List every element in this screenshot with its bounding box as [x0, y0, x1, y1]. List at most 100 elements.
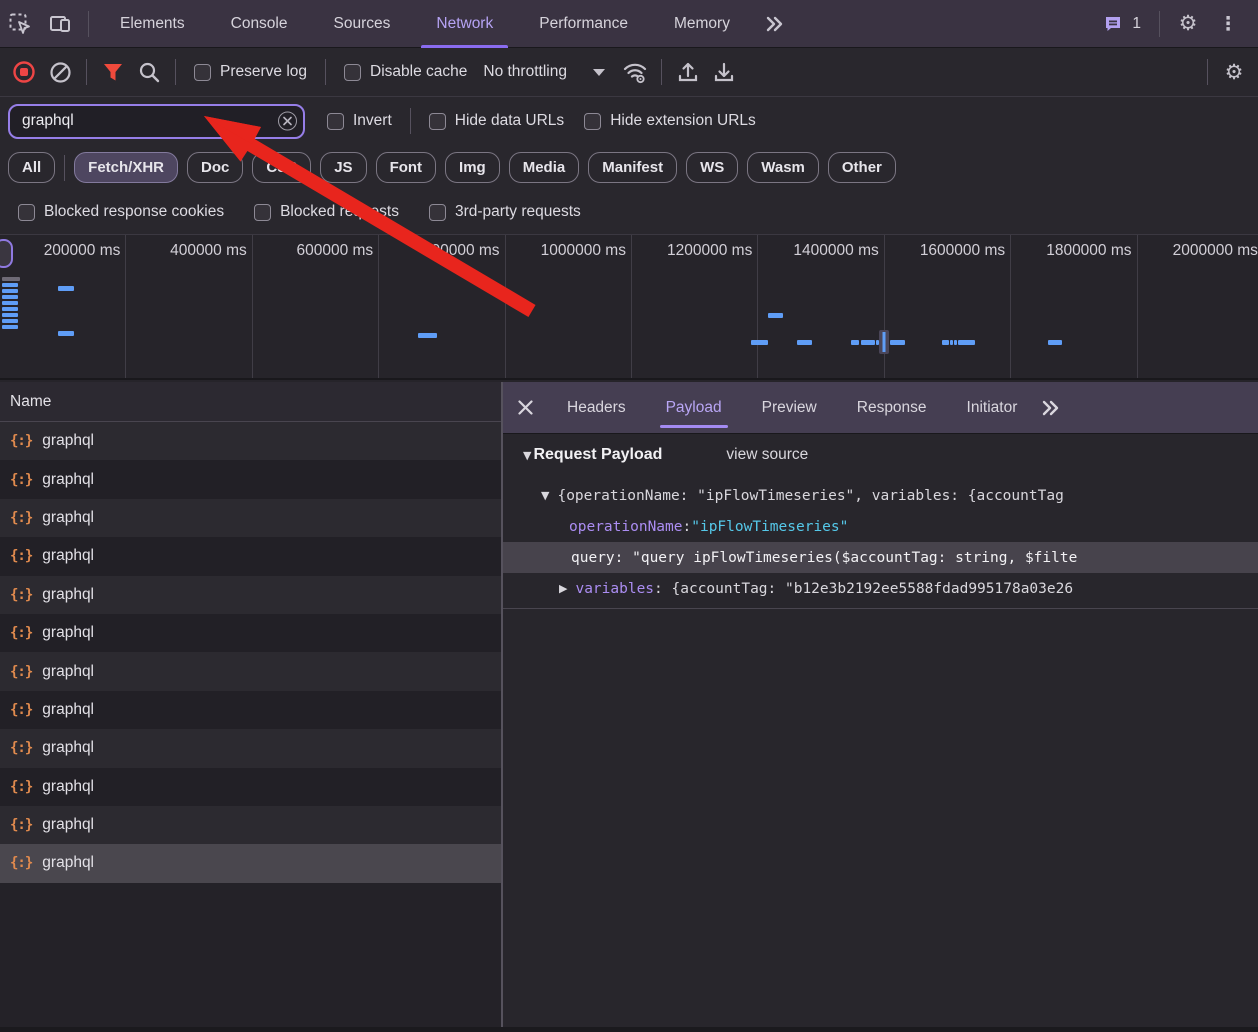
timeline-column: 1600000 ms — [885, 235, 1011, 380]
chip-js[interactable]: JS — [320, 152, 366, 183]
three-dot-menu-icon: ⋮ — [1219, 13, 1238, 35]
chip-manifest[interactable]: Manifest — [588, 152, 677, 183]
divider — [410, 108, 411, 134]
clear-network-log-button[interactable] — [42, 54, 78, 90]
table-row[interactable]: {:}graphql — [0, 537, 501, 575]
blocked-response-cookies-control[interactable]: Blocked response cookies — [18, 203, 224, 221]
chip-ws[interactable]: WS — [686, 152, 738, 183]
table-row[interactable]: {:}graphql — [0, 499, 501, 537]
request-name: graphql — [42, 778, 94, 796]
detail-tab-payload[interactable]: Payload — [646, 382, 742, 434]
tab-memory[interactable]: Memory — [651, 0, 753, 48]
chip-media[interactable]: Media — [509, 152, 580, 183]
detail-tab-preview[interactable]: Preview — [742, 382, 837, 434]
export-har-button[interactable] — [706, 54, 742, 90]
table-row[interactable]: {:}graphql — [0, 460, 501, 498]
-rd-party-requests-control[interactable]: 3rd-party requests — [429, 203, 581, 221]
payload-operation-name-line[interactable]: operationName: "ipFlowTimeseries" — [503, 511, 1258, 542]
more-detail-tabs-button[interactable] — [1041, 400, 1061, 416]
json-braces-icon: {:} — [10, 625, 32, 641]
chip-other[interactable]: Other — [828, 152, 896, 183]
table-row[interactable]: {:}graphql — [0, 844, 501, 882]
close-detail-button[interactable] — [503, 386, 547, 430]
payload-variables-line[interactable]: ▶ variables: {accountTag: "b12e3b2192ee5… — [503, 573, 1258, 604]
request-payload-title: Request Payload — [533, 446, 662, 464]
chip-img[interactable]: Img — [445, 152, 500, 183]
device-toolbar-button[interactable] — [40, 4, 80, 44]
chip-font[interactable]: Font — [376, 152, 436, 183]
json-braces-icon: {:} — [10, 702, 32, 718]
chip-fetchxhr[interactable]: Fetch/XHR — [74, 152, 178, 183]
payload-root-line[interactable]: ▼ {operationName: "ipFlowTimeseries", va… — [503, 480, 1258, 511]
json-braces-icon: {:} — [10, 587, 32, 603]
table-row[interactable]: {:}graphql — [0, 614, 501, 652]
divider — [325, 59, 326, 85]
filter-funnel-icon — [102, 61, 124, 83]
chip-doc[interactable]: Doc — [187, 152, 243, 183]
checkbox[interactable] — [254, 204, 271, 221]
chevron-double-right-icon — [765, 16, 785, 32]
network-conditions-button[interactable] — [617, 54, 653, 90]
table-row[interactable]: {:}graphql — [0, 422, 501, 460]
topbar-right-controls: 1 ⚙ ⋮ — [1100, 4, 1258, 44]
hide-data-urls-label: Hide data URLs — [455, 112, 564, 130]
hide-extension-urls-control[interactable]: Hide extension URLs — [584, 112, 756, 130]
clear-filter-button[interactable] — [278, 112, 297, 131]
chip-wasm[interactable]: Wasm — [747, 152, 819, 183]
request-payload-section-header[interactable]: ▼ Request Payload view source — [503, 446, 1258, 480]
checkbox[interactable] — [18, 204, 35, 221]
record-network-log-button[interactable] — [6, 54, 42, 90]
timeline-scroll-handle[interactable] — [0, 239, 13, 268]
table-row[interactable]: {:}graphql — [0, 691, 501, 729]
name-column-header[interactable]: Name — [0, 382, 501, 422]
invert-checkbox[interactable] — [327, 113, 344, 130]
table-row[interactable]: {:}graphql — [0, 768, 501, 806]
hide-extension-urls-label: Hide extension URLs — [610, 112, 756, 130]
checkbox[interactable] — [429, 204, 446, 221]
tab-performance[interactable]: Performance — [516, 0, 651, 48]
timeline-tick-label: 1400000 ms — [793, 242, 878, 260]
table-row[interactable]: {:}graphql — [0, 576, 501, 614]
payload-query-text: : "query ipFlowTimeseries($accountTag: s… — [615, 550, 1078, 566]
search-button[interactable] — [131, 54, 167, 90]
payload-query-line-selected[interactable]: query: "query ipFlowTimeseries($accountT… — [503, 542, 1258, 573]
chip-all[interactable]: All — [8, 152, 55, 183]
detail-tab-response[interactable]: Response — [837, 382, 947, 434]
filter-input[interactable] — [8, 104, 305, 139]
preserve-log-control[interactable]: Preserve log — [194, 63, 307, 81]
table-row[interactable]: {:}graphql — [0, 652, 501, 690]
preserve-log-checkbox[interactable] — [194, 64, 211, 81]
tab-sources[interactable]: Sources — [311, 0, 414, 48]
more-tabs-button[interactable] — [753, 16, 797, 32]
detail-tab-initiator[interactable]: Initiator — [947, 382, 1038, 434]
settings-button[interactable]: ⚙ — [1168, 4, 1208, 44]
filter-toggle-button[interactable] — [95, 54, 131, 90]
timeline-column: 1000000 ms — [506, 235, 632, 380]
tab-network[interactable]: Network — [413, 0, 516, 48]
tab-elements[interactable]: Elements — [97, 0, 208, 48]
customize-devtools-button[interactable]: ⋮ — [1208, 4, 1248, 44]
disable-cache-control[interactable]: Disable cache — [344, 63, 467, 81]
hide-data-urls-control[interactable]: Hide data URLs — [429, 112, 564, 130]
issues-button[interactable] — [1100, 4, 1126, 44]
disable-cache-checkbox[interactable] — [344, 64, 361, 81]
tab-console[interactable]: Console — [208, 0, 311, 48]
detail-tab-headers[interactable]: Headers — [547, 382, 646, 434]
network-settings-button[interactable]: ⚙ — [1216, 54, 1252, 90]
network-overview-timeline[interactable]: 200000 ms400000 ms600000 ms800000 ms1000… — [0, 235, 1258, 380]
inspect-element-button[interactable] — [0, 4, 40, 44]
timeline-tick-label: 600000 ms — [296, 242, 373, 260]
chip-css[interactable]: CSS — [252, 152, 311, 183]
view-source-link[interactable]: view source — [726, 446, 808, 464]
throttling-select[interactable]: No throttling — [483, 63, 605, 81]
import-har-button[interactable] — [670, 54, 706, 90]
blocked-requests-control[interactable]: Blocked requests — [254, 203, 399, 221]
invert-control[interactable]: Invert — [327, 112, 392, 130]
hide-extension-urls-checkbox[interactable] — [584, 113, 601, 130]
hide-data-urls-checkbox[interactable] — [429, 113, 446, 130]
record-stop-icon — [12, 60, 36, 84]
requests-list: {:}graphql{:}graphql{:}graphql{:}graphql… — [0, 422, 501, 1027]
table-row[interactable]: {:}graphql — [0, 806, 501, 844]
table-row[interactable]: {:}graphql — [0, 729, 501, 767]
request-timeline-bar — [942, 340, 949, 345]
